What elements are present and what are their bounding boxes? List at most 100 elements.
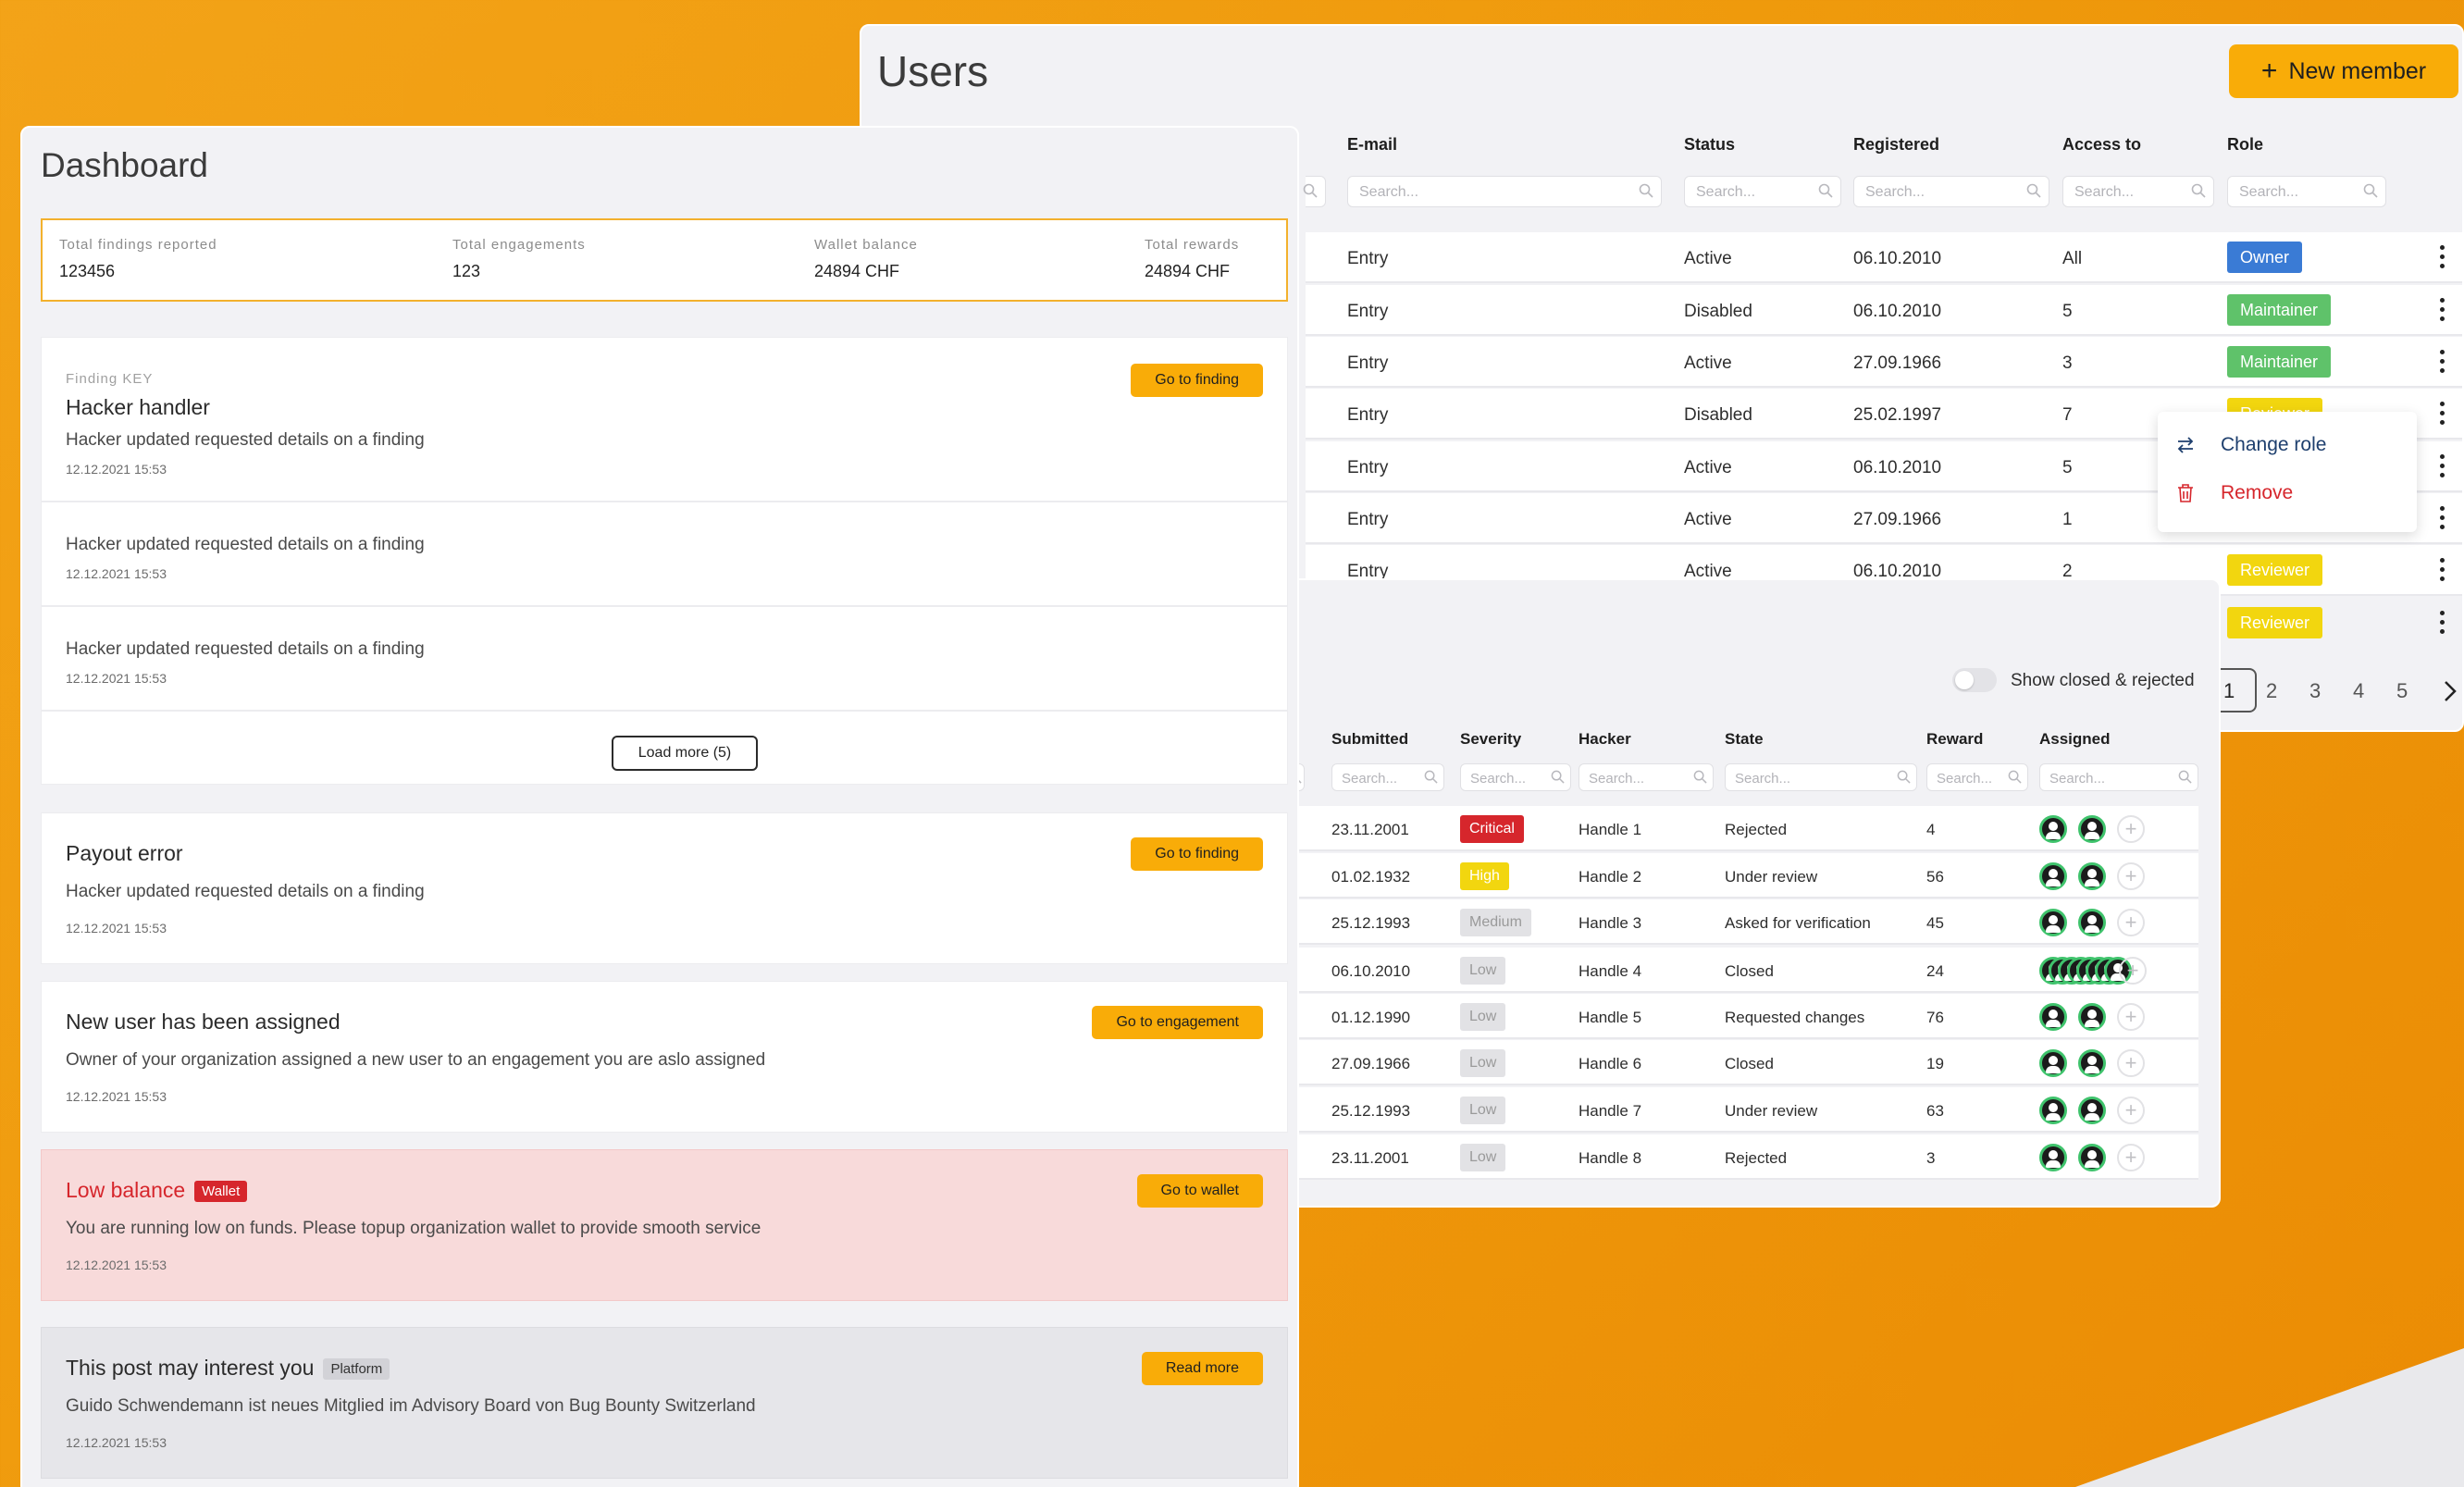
assign-card-time: 12.12.2021 15:53: [66, 1089, 167, 1104]
column-header-reward[interactable]: Reward: [1926, 730, 1983, 749]
page-5-button[interactable]: 5: [2396, 679, 2408, 703]
more-vertical-icon[interactable]: [2440, 298, 2445, 324]
status-search-input[interactable]: Search...: [1684, 176, 1841, 207]
column-header-state[interactable]: State: [1725, 730, 1764, 749]
avatar-icon[interactable]: [2078, 1144, 2106, 1171]
table-row[interactable]: 25.12.1993 Handle 7 Under review 63 Low +: [1288, 1087, 2198, 1133]
load-more-button[interactable]: Load more (5): [612, 736, 758, 771]
search-icon: [2026, 183, 2041, 198]
column-header-submitted[interactable]: Submitted: [1331, 730, 1408, 749]
column-header-email[interactable]: E-mail: [1347, 135, 1397, 155]
avatar-icon[interactable]: [2039, 862, 2067, 890]
avatar-icon[interactable]: [2078, 1049, 2106, 1077]
add-assignee-icon[interactable]: +: [2117, 1049, 2145, 1077]
change-role-menu-item[interactable]: Change role: [2174, 434, 2326, 456]
avatar-icon[interactable]: [2039, 1144, 2067, 1171]
page-2-button[interactable]: 2: [2266, 679, 2277, 703]
avatar-icon[interactable]: [2039, 1003, 2067, 1031]
avatar-icon[interactable]: [2078, 1097, 2106, 1124]
table-row[interactable]: 25.12.1993 Handle 3 Asked for verification…: [1288, 899, 2198, 945]
submitted-search-input[interactable]: Search...: [1331, 763, 1444, 791]
role-search-input[interactable]: Search...: [2227, 176, 2386, 207]
state-search-input[interactable]: Search...: [1725, 763, 1917, 791]
read-more-button[interactable]: Read more: [1141, 1352, 1263, 1385]
more-vertical-icon[interactable]: [2440, 558, 2445, 584]
table-row[interactable]: 23.11.2001 Handle 8 Rejected 3 Low +: [1288, 1134, 2198, 1180]
more-vertical-icon[interactable]: [2440, 611, 2445, 637]
hacker-search-input[interactable]: Search...: [1579, 763, 1714, 791]
column-header-access[interactable]: Access to: [2062, 135, 2141, 155]
reward-search-input[interactable]: Search...: [1926, 763, 2028, 791]
chevron-right-icon[interactable]: [2442, 679, 2458, 703]
search-icon: [2178, 770, 2192, 784]
add-assignee-icon[interactable]: +: [2117, 1097, 2145, 1124]
avatar-icon[interactable]: [2039, 1049, 2067, 1077]
show-closed-toggle[interactable]: [1952, 668, 1997, 692]
plus-icon: +: [2260, 56, 2278, 86]
column-header-hacker[interactable]: Hacker: [1579, 730, 1631, 749]
more-vertical-icon[interactable]: [2440, 506, 2445, 532]
table-row[interactable]: 27.09.1966 Handle 6 Closed 19 Low +: [1288, 1040, 2198, 1085]
avatar-icon[interactable]: [2039, 815, 2067, 843]
cell-submitted: 27.09.1966: [1331, 1055, 1411, 1072]
severity-search-input[interactable]: Search...: [1460, 763, 1571, 791]
stats-bar: Total findings reported 123456 Total enga…: [41, 218, 1288, 302]
search-input-partial[interactable]: [1303, 176, 1326, 207]
add-assignee-icon[interactable]: +: [2117, 1003, 2145, 1031]
cell-access: 7: [2062, 405, 2073, 425]
avatar-icon[interactable]: [2039, 909, 2067, 936]
search-icon: [2191, 183, 2206, 198]
divider: [42, 501, 1287, 502]
table-row[interactable]: Entry Active 06.10.2010 All Owner: [1306, 232, 2462, 283]
avatar-icon[interactable]: [2078, 862, 2106, 890]
add-assignee-icon[interactable]: +: [2117, 815, 2145, 843]
page-1-button[interactable]: 1: [2220, 668, 2257, 713]
table-row[interactable]: 01.02.1932 Handle 2 Under review 56 High +: [1288, 853, 2198, 898]
add-assignee-icon[interactable]: +: [2117, 909, 2145, 936]
payout-error-card: Payout error Go to finding Hacker update…: [41, 812, 1288, 964]
column-header-role[interactable]: Role: [2227, 135, 2263, 155]
column-header-status[interactable]: Status: [1684, 135, 1735, 155]
cell-access: 1: [2062, 510, 2073, 529]
table-row[interactable]: Entry Disabled 06.10.2010 5 Maintainer: [1306, 285, 2462, 336]
low-balance-card: Low balance Wallet Go to wallet You are r…: [41, 1149, 1288, 1301]
go-to-wallet-button[interactable]: Go to wallet: [1136, 1174, 1263, 1208]
go-to-finding-button[interactable]: Go to finding: [1131, 837, 1263, 871]
column-header-registered[interactable]: Registered: [1853, 135, 1939, 155]
table-row[interactable]: 01.12.1990 Handle 5 Requested changes 76 Low…: [1288, 994, 2198, 1039]
more-vertical-icon[interactable]: [2440, 350, 2445, 376]
table-row[interactable]: Entry Active 27.09.1966 3 Maintainer: [1306, 337, 2462, 388]
column-header-severity[interactable]: Severity: [1460, 730, 1521, 749]
assign-card-title: New user has been assigned: [66, 1010, 341, 1034]
new-member-button[interactable]: + New member: [2229, 44, 2458, 98]
avatar-icon[interactable]: [2078, 1003, 2106, 1031]
page-4-button[interactable]: 4: [2353, 679, 2364, 703]
more-vertical-icon[interactable]: [2440, 402, 2445, 428]
cell-access: All: [2062, 249, 2083, 268]
add-assignee-icon[interactable]: +: [2117, 862, 2145, 890]
go-to-engagement-button[interactable]: Go to engagement: [1092, 1006, 1263, 1039]
avatar-icon[interactable]: [2078, 909, 2106, 936]
email-search-input[interactable]: Search...: [1347, 176, 1662, 207]
cell-registered: 27.09.1966: [1853, 510, 1942, 529]
activity-time: 12.12.2021 15:53: [66, 671, 167, 686]
more-vertical-icon[interactable]: [2440, 245, 2445, 271]
page-3-button[interactable]: 3: [2309, 679, 2321, 703]
add-assignee-icon[interactable]: +: [2117, 1144, 2145, 1171]
remove-menu-item[interactable]: Remove: [2174, 482, 2293, 504]
assigned-search-input[interactable]: Search...: [2039, 763, 2198, 791]
registered-search-input[interactable]: Search...: [1853, 176, 2049, 207]
cell-state: Under review: [1725, 868, 1818, 886]
table-row[interactable]: 06.10.2010 Handle 4 Closed 24 Low +: [1288, 948, 2198, 993]
balance-card-time: 12.12.2021 15:53: [66, 1258, 167, 1272]
activity-text: Hacker updated requested details on a fi…: [66, 535, 425, 554]
add-assignee-icon[interactable]: +: [2119, 957, 2147, 985]
go-to-finding-button[interactable]: Go to finding: [1131, 364, 1263, 397]
column-header-assigned[interactable]: Assigned: [2039, 730, 2111, 749]
access-search-input[interactable]: Search...: [2062, 176, 2214, 207]
avatar-icon[interactable]: [2039, 1097, 2067, 1124]
table-row[interactable]: 23.11.2001 Handle 1 Rejected 4 Critical +: [1288, 806, 2198, 851]
avatar-icon[interactable]: [2078, 815, 2106, 843]
more-vertical-icon[interactable]: [2440, 454, 2445, 480]
cell-registered: 06.10.2010: [1853, 302, 1942, 321]
